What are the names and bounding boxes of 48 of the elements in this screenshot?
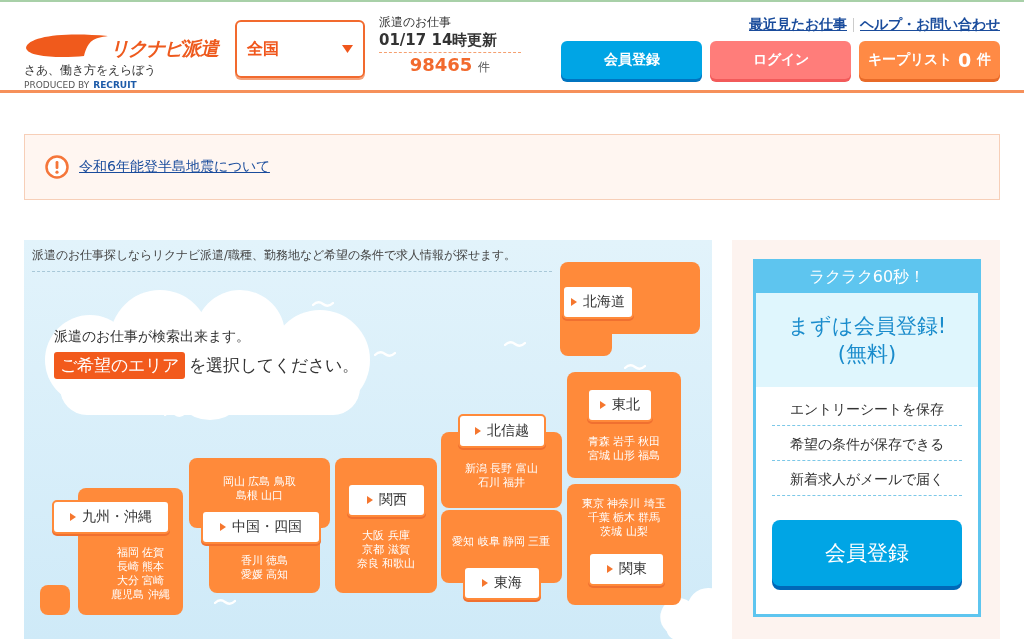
prefecture-list: 鹿児島 沖縄 bbox=[111, 587, 170, 601]
produced-by-text: PRODUCED BY bbox=[24, 80, 90, 90]
prompt-text: を選択してください。 bbox=[189, 354, 359, 377]
prefecture-list: 島根 山口 bbox=[235, 488, 284, 502]
benefit-item: エントリーシートを保存 bbox=[772, 387, 962, 426]
headline: まずは会員登録! bbox=[787, 313, 947, 340]
region-button[interactable]: 関西 bbox=[347, 483, 426, 517]
header-link[interactable]: 最近見たお仕事 bbox=[749, 16, 847, 34]
brand-logo-text: リクナビ派遣 bbox=[110, 36, 218, 61]
benefit-item: 希望の条件が保存できる bbox=[772, 426, 962, 461]
notice-link[interactable]: 令和6年能登半島地震について bbox=[79, 158, 270, 176]
free-note: (無料) bbox=[837, 341, 897, 368]
job-count: 98465 bbox=[409, 54, 473, 75]
region-button[interactable]: 関東 bbox=[588, 552, 665, 586]
region-button[interactable]: 九州・沖縄 bbox=[52, 500, 170, 534]
company-logo-text: RECRUIT bbox=[93, 80, 137, 90]
benefit-item: 新着求人がメールで届く bbox=[772, 461, 962, 496]
region-button[interactable]: 北海道 bbox=[562, 285, 634, 319]
prefecture-list: 大阪 兵庫 bbox=[362, 528, 410, 542]
region-button[interactable]: 東北 bbox=[587, 388, 653, 422]
prefecture-list: 千葉 栃木 群馬 bbox=[587, 510, 661, 524]
prefecture-list: 青森 岩手 秋田 bbox=[587, 434, 661, 448]
update-time: 01/17 14時更新 bbox=[379, 31, 521, 53]
highlight-label: ご希望のエリア bbox=[54, 352, 185, 379]
prefecture-list: 香川 徳島 bbox=[240, 553, 289, 567]
badge-banner: ラクラク60秒！ bbox=[756, 262, 978, 293]
prefecture-list: 大分 宮崎 bbox=[116, 573, 165, 587]
count-unit: 件 bbox=[478, 59, 491, 76]
prefecture-list: 東京 神奈川 埼玉 bbox=[582, 496, 666, 510]
prefecture-list: 宮城 山形 福島 bbox=[587, 448, 661, 462]
job-count-label: 派遣のお仕事 bbox=[379, 14, 452, 31]
intro-text: 派遣のお仕事探しならリクナビ派遣/職種、勤務地など希望の条件で求人情報が探せます。 bbox=[32, 248, 552, 272]
prefecture-list: 愛媛 高知 bbox=[240, 567, 289, 581]
prefecture-list: 石川 福井 bbox=[477, 475, 526, 489]
prefecture-list: 福岡 佐賀 bbox=[116, 545, 165, 559]
header-link[interactable]: ヘルプ・お問い合わせ bbox=[860, 16, 1000, 34]
prefecture-list: 長崎 熊本 bbox=[116, 559, 165, 573]
prefecture-list: 岡山 広島 鳥取 bbox=[223, 474, 296, 488]
prefecture-list: 奈良 和歌山 bbox=[356, 556, 416, 570]
region-button[interactable]: 東海 bbox=[463, 566, 541, 600]
prefecture-list: 愛知 岐阜 静岡 三重 bbox=[452, 534, 551, 548]
tagline: さあ、働き方をえらぼう bbox=[24, 62, 157, 79]
region-button[interactable]: 北信越 bbox=[458, 414, 546, 448]
region-button[interactable]: 中国・四国 bbox=[201, 510, 321, 544]
prefecture-list: 京都 滋賀 bbox=[362, 542, 410, 556]
prefecture-list: 茨城 山梨 bbox=[600, 524, 648, 538]
prompt-text: 派遣のお仕事が検索出来ます。 bbox=[54, 328, 251, 346]
prefecture-list: 新潟 長野 富山 bbox=[465, 461, 538, 475]
